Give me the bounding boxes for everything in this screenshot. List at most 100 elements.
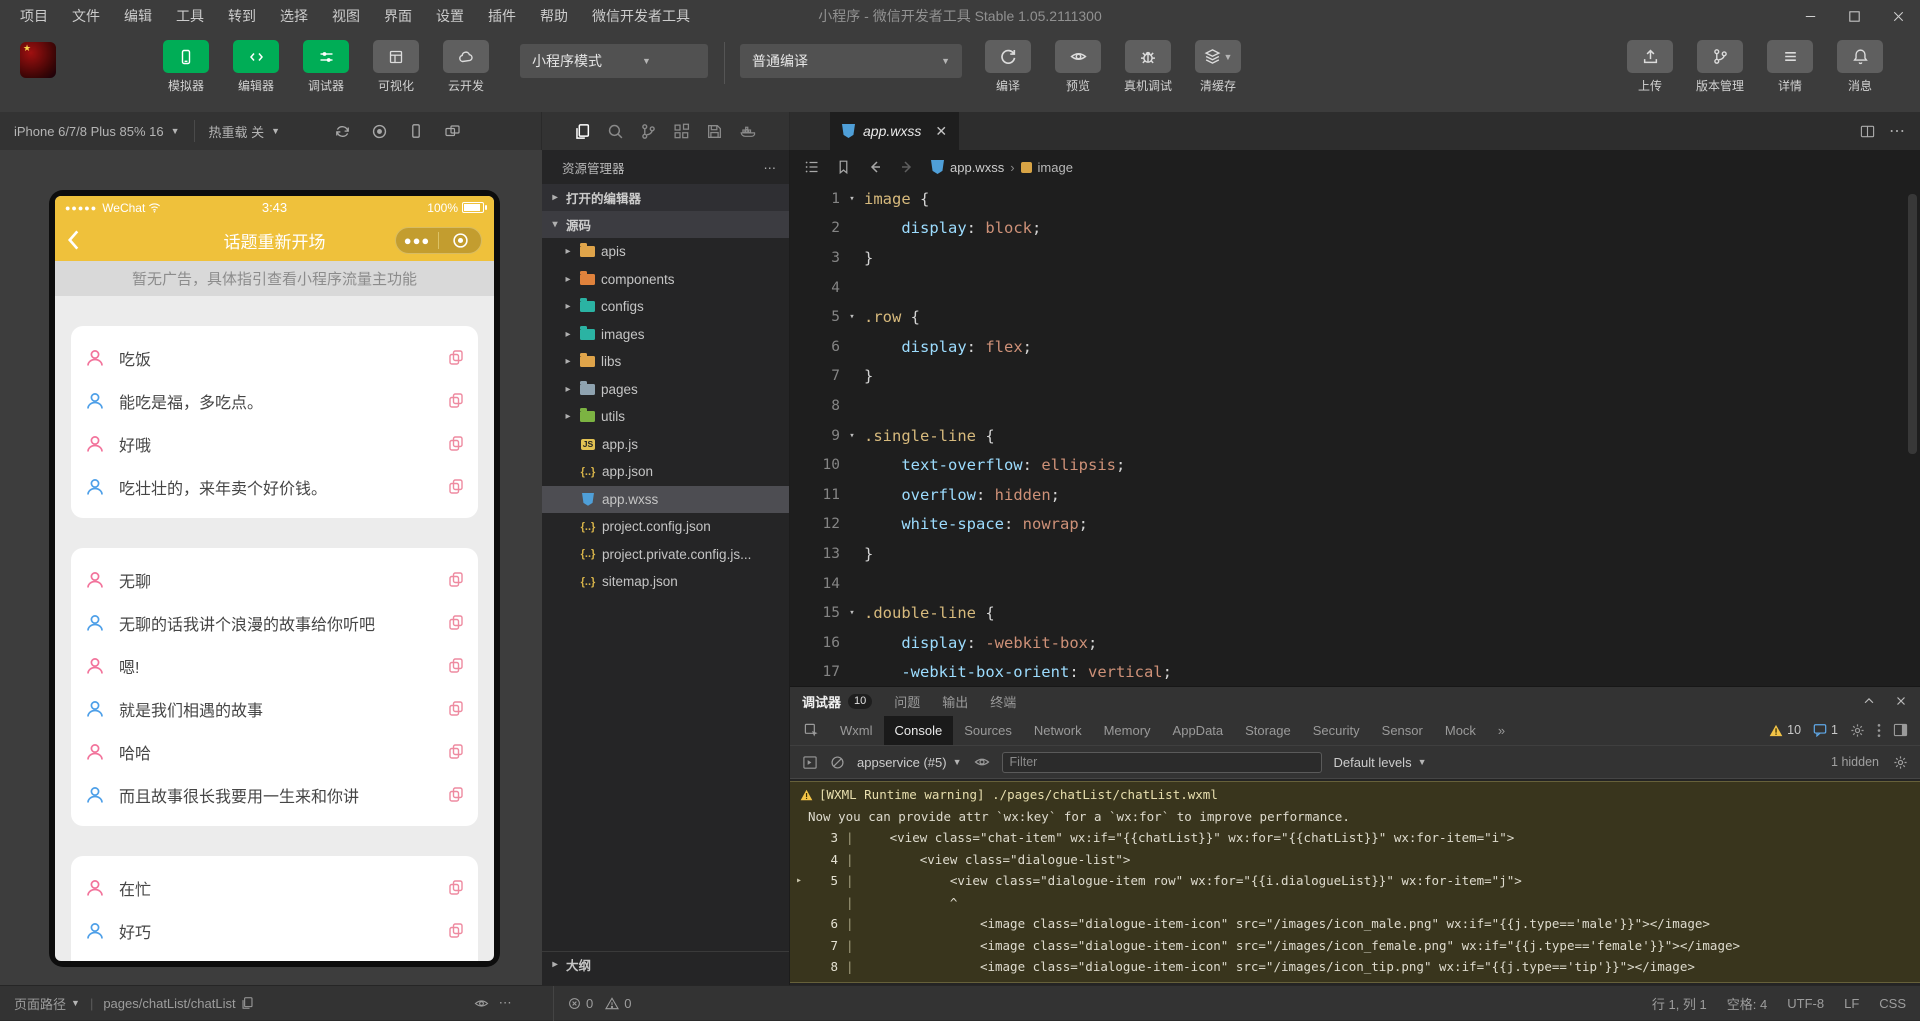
expand-arrow-icon[interactable]: ▸ bbox=[790, 875, 808, 886]
tree-item-configs[interactable]: ▸ configs bbox=[542, 293, 789, 321]
status-LF[interactable]: LF bbox=[1844, 994, 1859, 1013]
toolbar-button-编辑器[interactable]: 编辑器 bbox=[228, 40, 284, 94]
project-avatar[interactable] bbox=[20, 42, 56, 78]
save-icon[interactable] bbox=[706, 123, 723, 140]
toolbar-button-详情[interactable]: 详情 bbox=[1762, 40, 1818, 94]
inspect-element-icon[interactable] bbox=[790, 723, 829, 738]
toolbar-button-可视化[interactable]: 可视化 bbox=[368, 40, 424, 94]
menu-设置[interactable]: 设置 bbox=[426, 3, 474, 29]
breadcrumb-file[interactable]: app.wxss bbox=[950, 160, 1004, 175]
panel-tab-问题[interactable]: 问题 bbox=[894, 692, 920, 711]
fold-chevron-icon[interactable]: ▾ bbox=[840, 194, 864, 204]
menu-界面[interactable]: 界面 bbox=[374, 3, 422, 29]
settings-gear-icon[interactable] bbox=[1850, 723, 1865, 738]
menu-项目[interactable]: 项目 bbox=[10, 3, 58, 29]
more-menu-icon[interactable]: ●●● bbox=[396, 233, 438, 248]
copy-icon[interactable] bbox=[448, 571, 464, 588]
device-select[interactable]: iPhone 6/7/8 Plus 85% 16 bbox=[14, 124, 164, 139]
panel-tab-输出[interactable]: 输出 bbox=[942, 692, 968, 711]
clear-console-icon[interactable] bbox=[830, 755, 845, 770]
menu-文件[interactable]: 文件 bbox=[62, 3, 110, 29]
record-icon[interactable] bbox=[371, 123, 388, 140]
devtools-tab-Security[interactable]: Security bbox=[1302, 716, 1371, 745]
page-path-value[interactable]: pages/chatList/chatList bbox=[103, 996, 253, 1011]
devtools-tab-Storage[interactable]: Storage bbox=[1234, 716, 1302, 745]
devtools-tab-Memory[interactable]: Memory bbox=[1093, 716, 1162, 745]
console-sidebar-toggle-icon[interactable] bbox=[802, 755, 818, 770]
menu-转到[interactable]: 转到 bbox=[218, 3, 266, 29]
menu-微信开发者工具[interactable]: 微信开发者工具 bbox=[582, 3, 700, 29]
panel-tab-调试器[interactable]: 调试器 10 bbox=[802, 692, 873, 711]
messages-count[interactable]: 1 bbox=[1813, 723, 1838, 737]
split-editor-icon[interactable] bbox=[1860, 124, 1875, 139]
devtools-tab-Console[interactable]: Console bbox=[883, 715, 954, 745]
log-levels-select[interactable]: Default levels ▼ bbox=[1334, 755, 1427, 770]
tree-item-app.json[interactable]: {..} app.json bbox=[542, 458, 789, 486]
devtools-tab-Wxml[interactable]: Wxml bbox=[829, 716, 884, 745]
back-arrow-icon[interactable] bbox=[867, 159, 883, 175]
live-expression-eye-icon[interactable] bbox=[974, 755, 990, 769]
menu-编辑[interactable]: 编辑 bbox=[114, 3, 162, 29]
docker-icon[interactable] bbox=[739, 123, 757, 140]
editor-scrollbar[interactable] bbox=[1908, 194, 1917, 454]
tree-item-images[interactable]: ▸ images bbox=[542, 321, 789, 349]
tree-item-project.config.json[interactable]: {..} project.config.json bbox=[542, 513, 789, 541]
maximize-icon[interactable] bbox=[1832, 0, 1876, 32]
devtools-tab-Mock[interactable]: Mock bbox=[1434, 716, 1487, 745]
eye-icon[interactable] bbox=[474, 997, 489, 1010]
status-UTF-8[interactable]: UTF-8 bbox=[1787, 994, 1824, 1013]
toolbar-button-清缓存[interactable]: ▼ 清缓存 bbox=[1190, 40, 1246, 94]
tree-item-project.private.config.js...[interactable]: {..} project.private.config.js... bbox=[542, 541, 789, 569]
toolbar-button-云开发[interactable]: 云开发 bbox=[438, 40, 494, 94]
devtools-tab-Sources[interactable]: Sources bbox=[953, 716, 1023, 745]
back-chevron-icon[interactable] bbox=[67, 229, 80, 251]
tree-item-app.wxss[interactable]: app.wxss bbox=[542, 485, 789, 513]
extensions-icon[interactable] bbox=[673, 123, 690, 140]
console-settings-gear-icon[interactable] bbox=[1893, 755, 1908, 770]
toolbar-button-编译[interactable]: 编译 bbox=[980, 40, 1036, 94]
forward-arrow-icon[interactable] bbox=[899, 159, 915, 175]
outline-list-icon[interactable] bbox=[804, 159, 820, 175]
errors-count[interactable]: 0 bbox=[568, 996, 593, 1011]
more-actions-icon[interactable]: ⋯ bbox=[499, 995, 512, 1011]
close-icon[interactable] bbox=[1876, 0, 1920, 32]
phone-landscape-icon[interactable] bbox=[444, 123, 461, 140]
more-actions-icon[interactable]: ⋯ bbox=[764, 160, 778, 175]
tree-item-components[interactable]: ▸ components bbox=[542, 266, 789, 294]
tab-app-wxss[interactable]: app.wxss ✕ bbox=[830, 112, 960, 150]
menu-工具[interactable]: 工具 bbox=[166, 3, 214, 29]
copy-icon[interactable] bbox=[448, 657, 464, 674]
git-icon[interactable] bbox=[640, 123, 657, 140]
bookmark-icon[interactable] bbox=[836, 159, 851, 175]
close-icon[interactable]: ✕ bbox=[935, 123, 947, 140]
copy-icon[interactable] bbox=[448, 435, 464, 452]
section-source[interactable]: ▾ 源码 bbox=[542, 211, 789, 238]
panel-tab-终端[interactable]: 终端 bbox=[990, 692, 1016, 711]
console-filter-input[interactable] bbox=[1001, 751, 1322, 773]
tree-item-app.js[interactable]: JS app.js bbox=[542, 431, 789, 459]
section-open-editors[interactable]: ▸ 打开的编辑器 bbox=[542, 184, 789, 211]
copy-icon[interactable] bbox=[448, 879, 464, 896]
copy-icon[interactable] bbox=[448, 786, 464, 803]
copy-icon[interactable] bbox=[448, 349, 464, 366]
kebab-menu-icon[interactable] bbox=[1877, 723, 1881, 738]
copy-icon[interactable] bbox=[448, 614, 464, 631]
search-icon[interactable] bbox=[607, 123, 624, 140]
status--1-1[interactable]: 行 1, 列 1 bbox=[1652, 994, 1707, 1013]
phone-portrait-icon[interactable] bbox=[408, 123, 424, 140]
js-context-select[interactable]: appservice (#5) ▼ bbox=[857, 755, 962, 770]
copy-icon[interactable] bbox=[448, 392, 464, 409]
breadcrumb-symbol[interactable]: image bbox=[1038, 160, 1073, 175]
fold-chevron-icon[interactable]: ▾ bbox=[840, 431, 864, 441]
copy-icon[interactable] bbox=[448, 743, 464, 760]
tree-item-pages[interactable]: ▸ pages bbox=[542, 376, 789, 404]
tree-item-libs[interactable]: ▸ libs bbox=[542, 348, 789, 376]
menu-帮助[interactable]: 帮助 bbox=[530, 3, 578, 29]
page-path-select[interactable]: 页面路径 ▼ bbox=[14, 994, 80, 1013]
copy-icon[interactable] bbox=[448, 922, 464, 939]
outline-section[interactable]: ▸ 大纲 bbox=[542, 951, 789, 977]
status-CSS[interactable]: CSS bbox=[1879, 994, 1906, 1013]
toolbar-button-预览[interactable]: 预览 bbox=[1050, 40, 1106, 94]
more-actions-icon[interactable]: ⋯ bbox=[1889, 121, 1906, 141]
devtools-tab-AppData[interactable]: AppData bbox=[1162, 716, 1235, 745]
